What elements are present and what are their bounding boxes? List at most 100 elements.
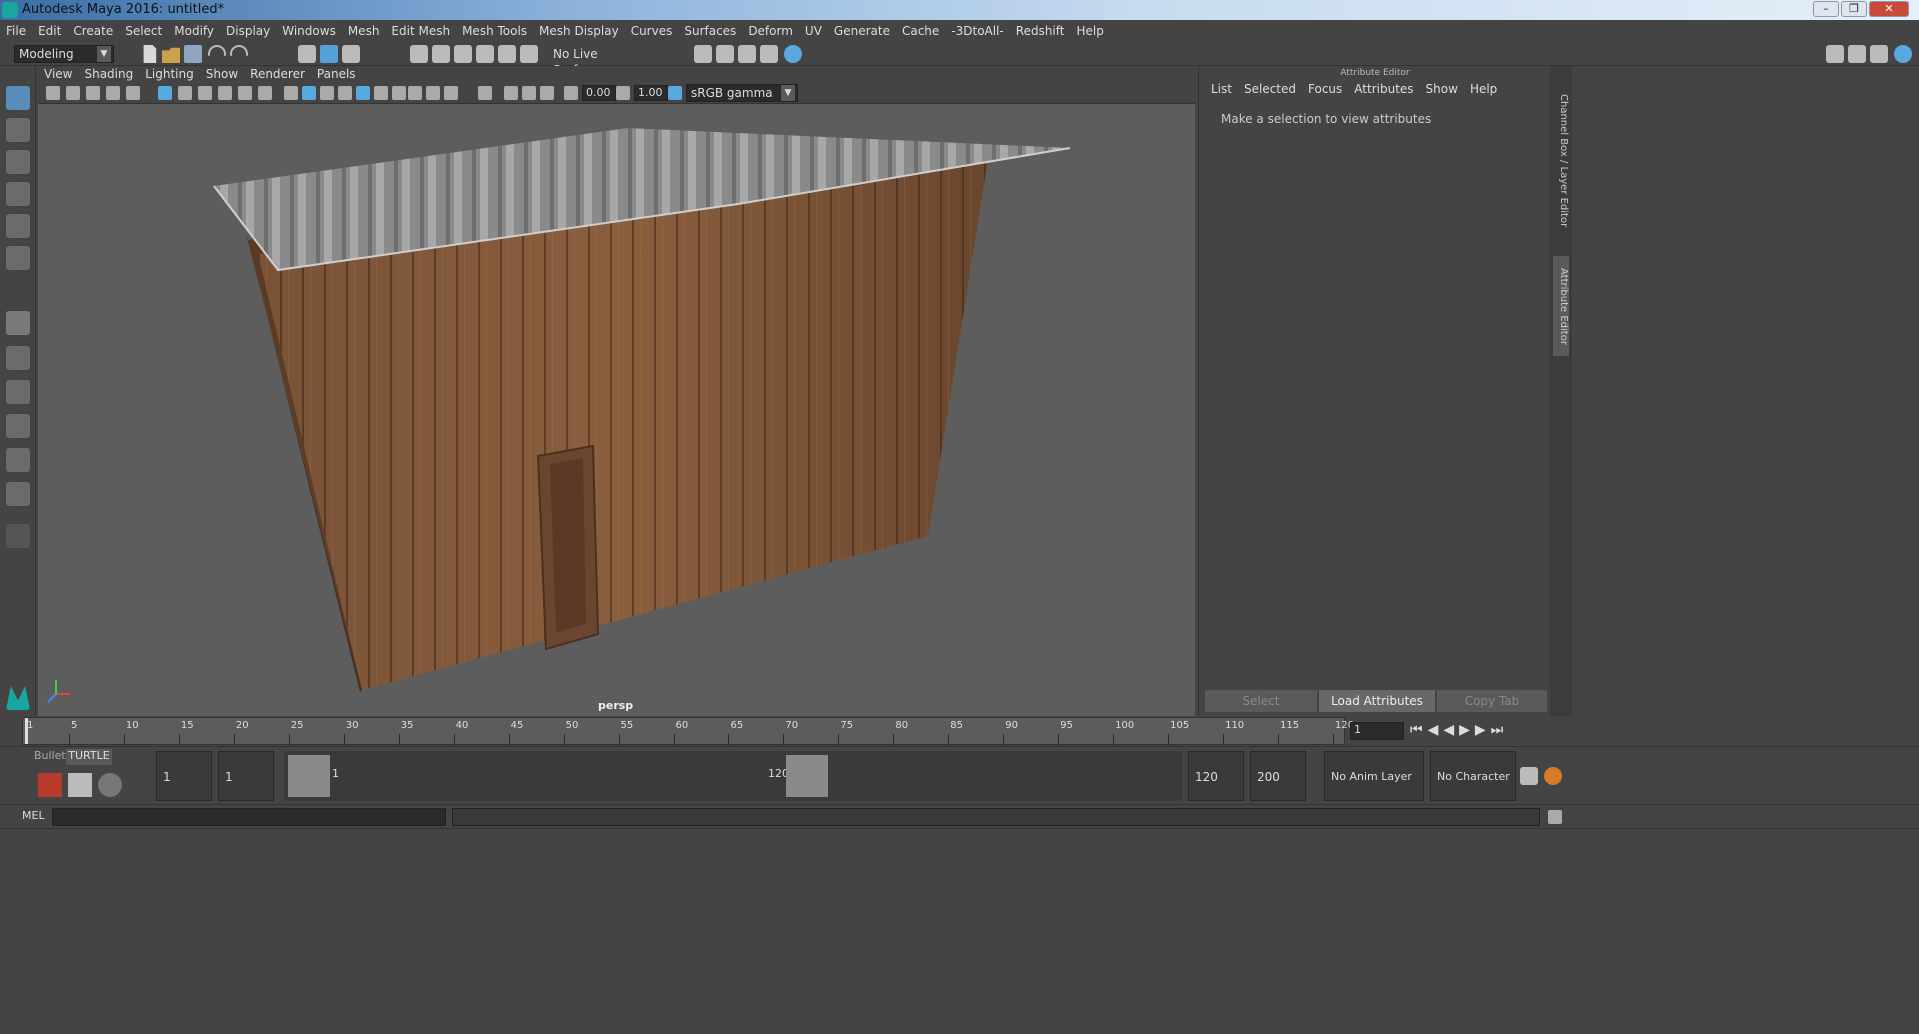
minimize-button[interactable]: – (1813, 1, 1839, 17)
command-language-label[interactable]: MEL (22, 809, 45, 822)
snap-view-icon[interactable] (476, 45, 494, 63)
wireframe-icon[interactable] (284, 86, 298, 100)
xray-joints-icon[interactable] (504, 86, 518, 100)
field-chart-icon[interactable] (238, 86, 252, 100)
bookmark-icon[interactable] (86, 86, 100, 100)
playback-controls[interactable]: ⏮◀◀▶▶⏭ (1410, 722, 1560, 740)
undo-icon[interactable] (208, 45, 226, 56)
paint-select-tool-icon[interactable] (6, 150, 30, 174)
safe-action-icon[interactable] (258, 86, 272, 100)
four-view-layout-icon[interactable] (6, 346, 30, 370)
menu-windows[interactable]: Windows (276, 20, 342, 42)
playback-start-field[interactable]: 1 (218, 751, 274, 801)
attribute-editor-toggle-icon[interactable] (1848, 45, 1866, 63)
snap-grid-icon[interactable] (410, 45, 428, 63)
ae-menu-attributes[interactable]: Attributes (1348, 80, 1419, 98)
film-gate-icon[interactable] (178, 86, 192, 100)
select-tool-icon[interactable] (6, 86, 30, 110)
colorspace-dropdown[interactable]: sRGB gamma ▼ (686, 84, 798, 102)
backface-culling-icon[interactable] (540, 86, 554, 100)
make-live-icon[interactable] (520, 45, 538, 63)
menu-redshift[interactable]: Redshift (1010, 20, 1071, 42)
character-set-dropdown[interactable]: No Character Set (1430, 751, 1516, 833)
menu-modify[interactable]: Modify (168, 20, 220, 42)
hypershade-layout-icon[interactable] (6, 448, 30, 472)
animation-start-field[interactable]: 1 (156, 751, 212, 801)
gamma-icon[interactable] (616, 86, 630, 100)
copy-tab-button[interactable]: Copy Tab (1437, 690, 1547, 712)
maximize-button[interactable]: ❐ (1841, 1, 1867, 17)
menu-create[interactable]: Create (67, 20, 119, 42)
menu-uv[interactable]: UV (799, 20, 828, 42)
select-by-hierarchy-icon[interactable] (298, 45, 316, 63)
turtle-sphere-icon[interactable] (98, 773, 122, 797)
vp-menu-renderer[interactable]: Renderer (244, 66, 311, 82)
snap-point-icon[interactable] (454, 45, 472, 63)
persp-graph-layout-icon[interactable] (6, 414, 30, 438)
anim-preferences-icon[interactable] (1544, 767, 1562, 785)
perspective-viewport[interactable]: persp (38, 104, 1195, 716)
rotate-tool-icon[interactable] (6, 214, 30, 238)
exposure-icon[interactable] (564, 86, 578, 100)
outliner-layout-icon[interactable] (6, 482, 30, 506)
new-scene-icon[interactable] (143, 45, 157, 63)
menu-select[interactable]: Select (119, 20, 168, 42)
command-input[interactable] (52, 808, 446, 826)
ambient-occlusion-icon[interactable] (408, 86, 422, 100)
ae-menu-list[interactable]: List (1205, 80, 1238, 98)
shelf-tab-turtle[interactable]: TURTLE (66, 749, 112, 765)
shadows-icon[interactable] (392, 86, 406, 100)
wireframe-on-shaded-icon[interactable] (320, 86, 334, 100)
vp-menu-show[interactable]: Show (200, 66, 244, 82)
auto-key-icon[interactable] (1520, 767, 1538, 785)
range-slider-start-handle[interactable] (288, 755, 330, 797)
mode-dropdown[interactable]: Modeling ▼ (14, 45, 114, 63)
ipr-render-icon[interactable] (716, 45, 734, 63)
menu-mesh-display[interactable]: Mesh Display (533, 20, 625, 42)
vp-menu-shading[interactable]: Shading (78, 66, 139, 82)
time-slider[interactable]: 1 5 10 15 20 25 30 35 40 45 50 55 60 65 70 75 80 85 90 95 10… (22, 717, 1354, 746)
menu-edit[interactable]: Edit (32, 20, 67, 42)
select-by-component-icon[interactable] (342, 45, 360, 63)
attribute-editor-tab[interactable]: Attribute Editor (1553, 256, 1569, 356)
channel-box-icon[interactable] (1894, 45, 1912, 63)
menu-display[interactable]: Display (220, 20, 276, 42)
modeling-toolkit-icon[interactable] (1826, 45, 1844, 63)
menu-curves[interactable]: Curves (625, 20, 679, 42)
camera-icon[interactable] (46, 86, 60, 100)
isolate-select-icon[interactable] (478, 86, 492, 100)
ae-menu-focus[interactable]: Focus (1302, 80, 1348, 98)
tool-settings-icon[interactable] (1870, 45, 1888, 63)
save-scene-icon[interactable] (184, 45, 202, 63)
menu-mesh-tools[interactable]: Mesh Tools (456, 20, 533, 42)
xray-components-icon[interactable] (522, 86, 536, 100)
menu-edit-mesh[interactable]: Edit Mesh (385, 20, 456, 42)
anti-aliasing-icon[interactable] (444, 86, 458, 100)
layout-options-icon[interactable] (6, 524, 30, 548)
menu-3dtoall[interactable]: -3DtoAll- (945, 20, 1009, 42)
ae-menu-help[interactable]: Help (1464, 80, 1503, 98)
single-perspective-layout-icon[interactable] (6, 311, 30, 335)
playback-end-field[interactable]: 120 (1188, 751, 1244, 801)
motion-blur-icon[interactable] (426, 86, 440, 100)
xray-icon[interactable] (338, 86, 352, 100)
scale-tool-icon[interactable] (6, 246, 30, 270)
ae-menu-selected[interactable]: Selected (1238, 80, 1302, 98)
close-button[interactable]: ✕ (1869, 1, 1909, 17)
textured-icon[interactable] (356, 86, 370, 100)
open-scene-icon[interactable] (162, 47, 180, 63)
select-button[interactable]: Select (1205, 690, 1317, 712)
animation-end-field[interactable]: 200 (1250, 751, 1306, 801)
grid-icon[interactable] (158, 86, 172, 100)
load-attributes-button[interactable]: Load Attributes (1319, 690, 1435, 712)
vp-menu-lighting[interactable]: Lighting (139, 66, 200, 82)
current-time-indicator[interactable] (25, 718, 28, 744)
hypershade-icon[interactable] (760, 45, 778, 63)
menu-help[interactable]: Help (1070, 20, 1109, 42)
anim-layer-dropdown[interactable]: No Anim Layer (1324, 751, 1424, 801)
select-by-object-icon[interactable] (320, 45, 338, 63)
turtle-render-icon[interactable] (38, 773, 62, 797)
render-settings-icon[interactable] (738, 45, 756, 63)
render-view-icon[interactable] (784, 45, 802, 63)
snap-surface-icon[interactable] (498, 45, 516, 63)
